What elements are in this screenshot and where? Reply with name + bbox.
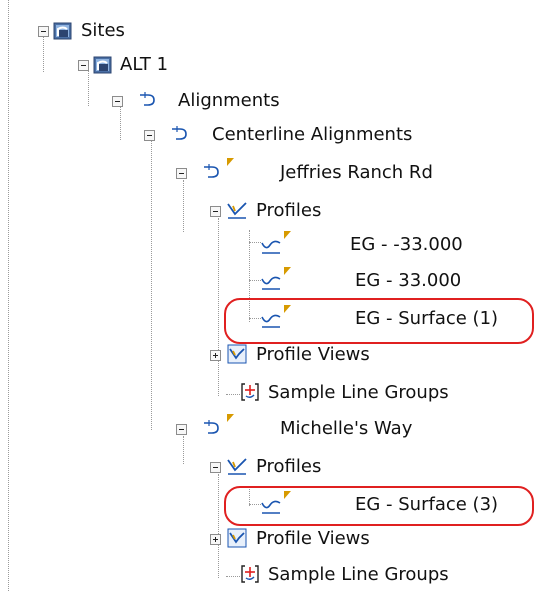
expand-toggle[interactable] [210,350,221,361]
collapse-toggle[interactable] [78,60,89,71]
alignment-icon [204,420,219,434]
tree-node-profile[interactable]: EG - Surface (3) [0,490,530,520]
collapse-toggle[interactable] [112,96,123,107]
collapse-toggle[interactable] [38,26,49,37]
out-of-date-flag-icon [227,158,234,166]
tree-label: EG - Surface (1) [355,308,499,329]
sites-folder-icon [53,22,72,40]
collapse-toggle[interactable] [176,424,187,435]
collapse-toggle[interactable] [210,206,221,217]
tree-label: EG - 33.000 [355,270,462,291]
collapse-toggle[interactable] [144,130,155,141]
tree-label: Profiles [256,456,322,477]
tree-node-alignment-michelles-way[interactable]: Michelle's Way [0,414,480,444]
tree-node-sample-line-groups[interactable]: Sample Line Groups [0,560,510,590]
sample-line-groups-icon [241,383,259,401]
tree-node-sites[interactable]: Sites [0,16,220,46]
tree-node-profiles[interactable]: Profiles [0,196,420,226]
site-icon [93,56,112,74]
tree-node-profiles[interactable]: Profiles [0,452,420,482]
profile-views-icon [227,344,247,364]
out-of-date-flag-icon [284,231,291,239]
tree-label: Profile Views [256,528,370,549]
tree-node-profile[interactable]: EG - Surface (1) [0,304,530,334]
tree-label: Alignments [178,90,280,111]
tree-label: Michelle's Way [280,418,413,439]
profiles-icon [227,202,247,219]
tree-node-site-alt1[interactable]: ALT 1 [0,50,220,80]
expand-toggle[interactable] [210,534,221,545]
tree-label: EG - Surface (3) [355,494,499,515]
tree-label: Sample Line Groups [268,564,449,585]
tree-node-profile-views[interactable]: Profile Views [0,340,460,370]
out-of-date-flag-icon [284,267,291,275]
profile-icon [261,240,281,254]
tree-label: EG - -33.000 [350,234,463,255]
out-of-date-flag-icon [284,491,291,499]
alignment-icon [140,92,155,106]
profile-icon [261,276,281,290]
profiles-icon [227,458,247,475]
tree-label: Centerline Alignments [212,124,413,145]
tree-node-profile[interactable]: EG - 33.000 [0,266,520,296]
collapse-toggle[interactable] [210,462,221,473]
tree-label: Sites [81,20,125,41]
alignment-icon [172,126,187,140]
profile-icon [261,314,281,328]
out-of-date-flag-icon [284,305,291,313]
alignment-icon [204,164,219,178]
tree-label: Profiles [256,200,322,221]
tree-label: Sample Line Groups [268,382,449,403]
sample-line-groups-icon [241,565,259,583]
prospector-tree: Sites ALT 1 Alignments Centerline Alignm… [0,0,539,591]
profile-icon [261,500,281,514]
profile-views-icon [227,528,247,548]
tree-node-profile-views[interactable]: Profile Views [0,524,460,554]
tree-node-centerline-alignments[interactable]: Centerline Alignments [0,120,480,150]
out-of-date-flag-icon [227,414,234,422]
tree-label: Profile Views [256,344,370,365]
tree-label: Jeffries Ranch Rd [280,162,433,183]
tree-node-alignments[interactable]: Alignments [0,86,320,116]
tree-node-alignment-jeffries[interactable]: Jeffries Ranch Rd [0,158,510,188]
collapse-toggle[interactable] [176,168,187,179]
tree-node-sample-line-groups[interactable]: Sample Line Groups [0,378,510,408]
tree-label: ALT 1 [120,54,169,75]
tree-node-profile[interactable]: EG - -33.000 [0,230,520,260]
